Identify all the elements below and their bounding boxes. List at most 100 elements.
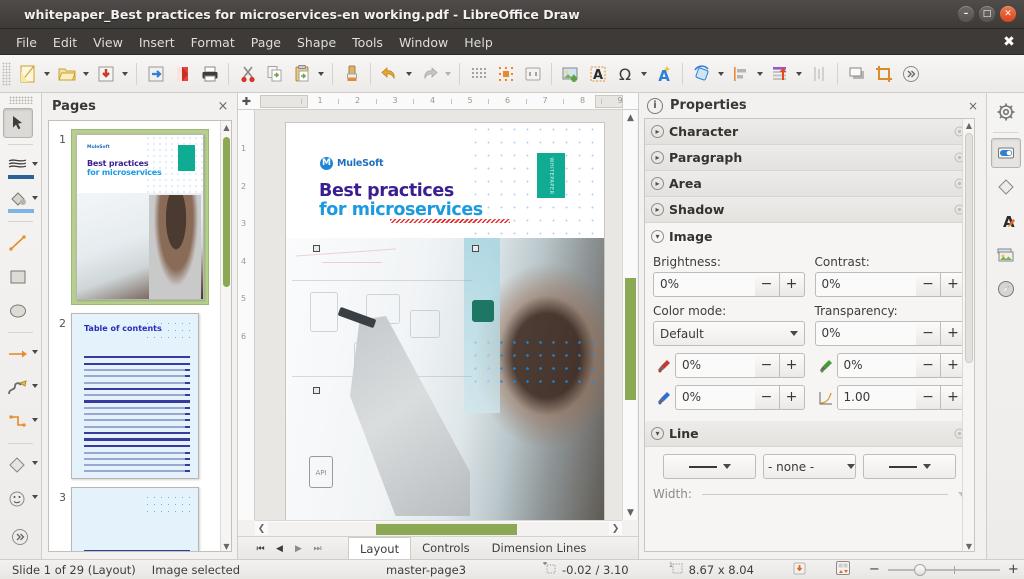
transformations-dropdown[interactable] bbox=[715, 60, 727, 88]
canvas-vscroll-thumb[interactable] bbox=[625, 278, 636, 400]
export-directly-pdf-button[interactable] bbox=[169, 60, 196, 88]
document-page[interactable]: M MuleSoft Best practices for microservi… bbox=[286, 123, 604, 520]
red-increase-button[interactable]: + bbox=[779, 353, 805, 378]
properties-deck-button[interactable] bbox=[990, 138, 1021, 168]
selection-handle-w[interactable] bbox=[313, 387, 320, 394]
blue-stepper[interactable]: 0% − + bbox=[675, 385, 805, 410]
scroll-up-icon[interactable]: ▲ bbox=[623, 110, 638, 125]
menu-item-edit[interactable]: Edit bbox=[45, 32, 85, 53]
image-selection[interactable] bbox=[313, 245, 622, 520]
copy-button[interactable] bbox=[261, 60, 288, 88]
red-stepper[interactable]: 0% − + bbox=[675, 353, 805, 378]
tool-rectangle[interactable] bbox=[0, 260, 41, 294]
insert-image-button[interactable] bbox=[557, 60, 584, 88]
sidebar-scroll-down-icon[interactable]: ▼ bbox=[963, 540, 974, 551]
vertical-ruler[interactable]: 1 2 3 4 5 6 bbox=[238, 110, 255, 520]
fill-color-icon[interactable] bbox=[3, 185, 34, 215]
align-objects-dropdown[interactable] bbox=[754, 60, 766, 88]
menu-item-view[interactable]: View bbox=[85, 32, 131, 53]
undo-dropdown[interactable] bbox=[403, 60, 415, 88]
red-input[interactable]: 0% bbox=[675, 353, 755, 378]
selection-handle-nw[interactable] bbox=[313, 245, 320, 252]
insert-line-icon[interactable] bbox=[3, 228, 33, 258]
blue-decrease-button[interactable]: − bbox=[754, 385, 780, 410]
drawing-toolbar-grip[interactable] bbox=[8, 96, 33, 104]
menu-item-window[interactable]: Window bbox=[391, 32, 456, 53]
menu-item-shape[interactable]: Shape bbox=[289, 32, 344, 53]
brightness-decrease-button[interactable]: − bbox=[754, 272, 780, 297]
open-document-dropdown[interactable] bbox=[80, 60, 92, 88]
status-master-page[interactable]: master-page3 bbox=[386, 563, 466, 577]
blue-input[interactable]: 0% bbox=[675, 385, 755, 410]
canvas-horizontal-scrollbar[interactable]: ❮ ❯ bbox=[255, 520, 622, 535]
first-page-button[interactable]: ⏮ bbox=[252, 540, 269, 557]
menu-item-help[interactable]: Help bbox=[456, 32, 501, 53]
sidebar-section-area[interactable]: ▸ Area bbox=[645, 171, 974, 197]
drawing-canvas[interactable]: M MuleSoft Best practices for microservi… bbox=[255, 110, 622, 520]
symbol-shapes-icon[interactable] bbox=[3, 484, 33, 514]
tool-curves-and-polygons[interactable] bbox=[0, 371, 41, 405]
menu-item-tools[interactable]: Tools bbox=[344, 32, 391, 53]
redo-button[interactable] bbox=[415, 60, 442, 88]
connectors-icon[interactable] bbox=[3, 407, 33, 437]
transparency-decrease-button[interactable]: − bbox=[916, 321, 941, 346]
menu-item-insert[interactable]: Insert bbox=[131, 32, 183, 53]
display-grid-button[interactable] bbox=[465, 60, 492, 88]
pages-scroll-thumb[interactable] bbox=[223, 137, 230, 287]
helplines-while-moving-button[interactable] bbox=[492, 60, 519, 88]
page-thumbnail-2[interactable]: 2 Table of contents bbox=[49, 309, 231, 483]
symbol-shapes-dropdown[interactable] bbox=[32, 495, 38, 499]
tool-insert-line[interactable] bbox=[0, 226, 41, 260]
arrange-dropdown[interactable] bbox=[793, 60, 805, 88]
next-page-button[interactable]: ▶ bbox=[290, 540, 307, 557]
blue-increase-button[interactable]: + bbox=[779, 385, 805, 410]
insert-special-character-button[interactable]: Ω bbox=[611, 60, 638, 88]
arrow-style-select[interactable]: - none - bbox=[763, 454, 856, 479]
green-decrease-button[interactable]: − bbox=[916, 353, 941, 378]
paste-button[interactable] bbox=[288, 60, 315, 88]
zoom-slider[interactable] bbox=[887, 563, 1000, 577]
drawing-toolbar-overflow-button[interactable] bbox=[6, 523, 34, 551]
transparency-input[interactable]: 0% bbox=[814, 321, 916, 346]
transformations-button[interactable] bbox=[688, 60, 715, 88]
save-status-icon[interactable] bbox=[792, 561, 807, 579]
close-document-icon[interactable]: ✖ bbox=[998, 31, 1020, 53]
print-button[interactable] bbox=[196, 60, 223, 88]
shapes-deck-button[interactable] bbox=[991, 172, 1021, 202]
contrast-stepper[interactable]: 0% − + bbox=[814, 272, 966, 297]
scroll-left-icon[interactable]: ❮ bbox=[255, 521, 268, 536]
tool-basic-shapes[interactable] bbox=[0, 448, 41, 482]
menu-item-format[interactable]: Format bbox=[183, 32, 243, 53]
tab-layout[interactable]: Layout bbox=[348, 537, 412, 560]
save-document-button[interactable] bbox=[92, 60, 119, 88]
sidebar-section-image[interactable]: ▾ Image bbox=[645, 223, 974, 249]
canvas-hscroll-thumb[interactable] bbox=[376, 524, 517, 535]
sidebar-section-paragraph[interactable]: ▸ Paragraph bbox=[645, 145, 974, 171]
zoom-and-pan-dropdown[interactable] bbox=[32, 162, 38, 166]
tool-connectors[interactable] bbox=[0, 405, 41, 439]
tab-dimension-lines[interactable]: Dimension Lines bbox=[481, 537, 598, 560]
minimize-button[interactable]: – bbox=[958, 6, 974, 22]
tool-select[interactable] bbox=[0, 106, 41, 140]
horizontal-ruler[interactable]: ✚ 1 2 3 4 5 6 7 8 9 bbox=[238, 93, 638, 110]
curves-and-polygons-icon[interactable] bbox=[3, 373, 33, 403]
new-document-dropdown[interactable] bbox=[41, 60, 53, 88]
sidebar-scroll-up-icon[interactable]: ▲ bbox=[963, 119, 974, 132]
last-page-button[interactable]: ⏭ bbox=[309, 540, 326, 557]
zoom-out-button[interactable]: − bbox=[869, 562, 880, 577]
tool-lines-and-arrows[interactable] bbox=[0, 337, 41, 371]
styles-deck-button[interactable]: A bbox=[991, 206, 1021, 236]
new-document-button[interactable] bbox=[14, 60, 41, 88]
fit-slide-icon[interactable] bbox=[835, 560, 851, 579]
display-views-button[interactable] bbox=[519, 60, 546, 88]
rectangle-icon[interactable] bbox=[3, 262, 33, 292]
sidebar-scrollbar[interactable]: ▲ ▼ bbox=[962, 119, 974, 551]
line-width-slider[interactable] bbox=[701, 493, 948, 495]
selection-handle-n[interactable] bbox=[472, 245, 479, 252]
navigator-deck-button[interactable] bbox=[991, 274, 1021, 304]
insert-special-character-dropdown[interactable] bbox=[638, 60, 650, 88]
pages-scroll-up-icon[interactable]: ▲ bbox=[221, 121, 231, 134]
cut-button[interactable] bbox=[234, 60, 261, 88]
previous-page-button[interactable]: ◀ bbox=[271, 540, 288, 557]
lines-and-arrows-dropdown[interactable] bbox=[32, 350, 38, 354]
